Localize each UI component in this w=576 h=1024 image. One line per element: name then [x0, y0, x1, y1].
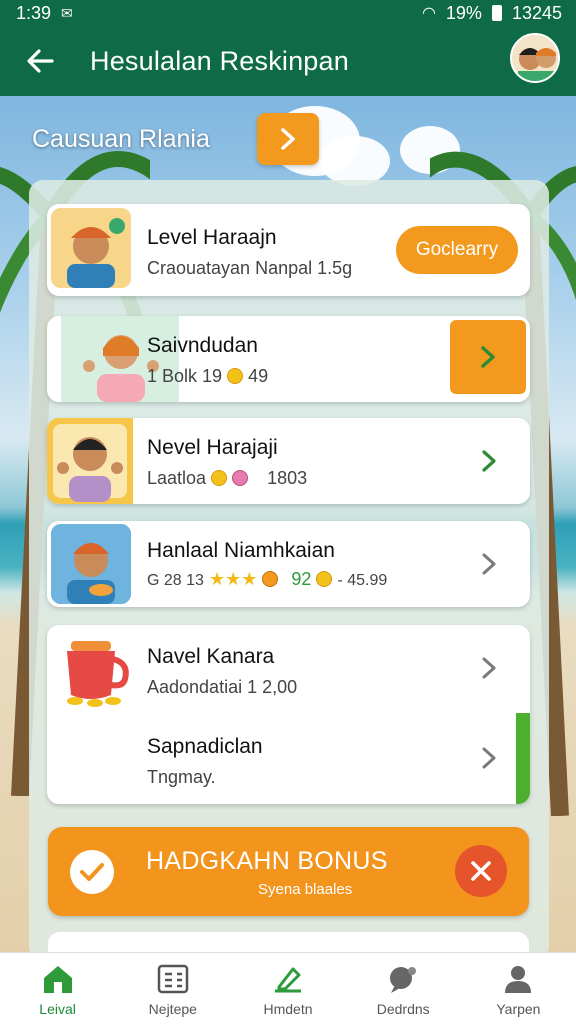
- status-time: 1:39: [16, 2, 52, 23]
- check-icon: [70, 850, 114, 894]
- coin-icon: [262, 571, 279, 587]
- teapot-icon: [67, 641, 129, 707]
- card-subtitle-suffix: 49: [248, 366, 269, 386]
- bonus-title: HADGKAHN BONUS: [146, 847, 388, 875]
- avatar[interactable]: [510, 33, 560, 83]
- level-card-group: Navel Kanara Aadondatiai 1 2,00 Sapnadic…: [47, 625, 530, 804]
- coin-icon: [227, 368, 244, 384]
- bonus-banner[interactable]: HADGKAHN BONUS Syena blaales: [48, 827, 529, 916]
- star-icon: ★: [225, 569, 242, 589]
- profile-icon: [505, 966, 532, 993]
- bottom-nav: Leival Nejtepe Hmdetn Dedrdns Yarpen: [0, 952, 576, 1024]
- character-thumbnail: [51, 524, 131, 604]
- star-icon: ★: [208, 569, 226, 589]
- nav-label: Leival: [39, 1001, 76, 1017]
- section-title: Causuan Rlania: [32, 125, 210, 153]
- open-level-button[interactable]: [476, 446, 502, 476]
- card-subtitle: Aadondatiai 1 2,00: [147, 677, 298, 697]
- home-icon: [43, 966, 72, 993]
- star-icon: ★: [241, 569, 258, 589]
- open-level-button[interactable]: [476, 549, 502, 579]
- nav-label: Yarpen: [496, 1001, 541, 1017]
- battery-icon: [491, 5, 502, 21]
- card-title: Nevel Harajaji: [147, 436, 278, 459]
- open-level-button[interactable]: [450, 320, 526, 394]
- next-card-peek: [48, 932, 529, 952]
- nav-label: Nejtepe: [148, 1001, 197, 1017]
- character-thumbnail: [61, 316, 179, 402]
- character-thumbnail: [51, 208, 131, 288]
- teapot-thumbnail: [53, 629, 133, 709]
- back-arrow-icon: [27, 49, 54, 73]
- level-card[interactable]: Saivndudan 1 Bolk 19 49: [47, 316, 530, 402]
- card-subtitle-prefix: G 28 13: [147, 572, 204, 589]
- card-subtitle: G 28 13 ★★★ 92 - 45.99: [147, 569, 387, 590]
- close-bonus-button[interactable]: [455, 845, 507, 897]
- page-title: Hesulalan Reskinpan: [90, 45, 349, 76]
- back-button[interactable]: [8, 29, 72, 93]
- card-subtitle: Tngmay.: [147, 767, 216, 787]
- boy-with-food-icon: [51, 524, 131, 604]
- card-title: Level Haraajn: [147, 226, 277, 249]
- chevron-right-icon: [482, 657, 496, 679]
- section-next-button[interactable]: [257, 113, 319, 165]
- level-card[interactable]: Level Haraajn Craouatayan Nanpal 1.5g Go…: [47, 204, 530, 296]
- card-title: Sapnadiclan: [147, 735, 263, 758]
- card-subtitle: Craouatayan Nanpal 1.5g: [147, 258, 353, 278]
- card-title: Hanlaal Niamhkaian: [147, 539, 335, 562]
- chevron-right-icon: [482, 553, 496, 575]
- card-subtitle-suffix: - 45.99: [337, 572, 388, 589]
- edit-icon: [275, 967, 301, 993]
- chevron-right-icon: [482, 450, 496, 472]
- bonus-subtitle: Syena blaales: [258, 881, 353, 898]
- notification-icon: ✉: [61, 4, 73, 21]
- wifi-icon: ◠: [421, 5, 436, 22]
- card-subtitle: Laatloa 1803: [147, 468, 307, 489]
- status-clock: 13245: [511, 2, 562, 23]
- level-card[interactable]: Nevel Harajaji Laatloa 1803: [47, 418, 530, 504]
- boy-waving-icon: [47, 418, 133, 504]
- boy-character-icon: [51, 208, 131, 288]
- card-subtitle-prefix: Laatloa: [147, 468, 207, 488]
- nav-item-edit[interactable]: Hmdetn: [230, 953, 345, 1024]
- list-card-icon: [157, 964, 189, 994]
- card-subtitle-prefix: 1 Bolk 19: [147, 366, 223, 386]
- chevron-right-icon: [481, 346, 495, 368]
- nav-item-list[interactable]: Nejtepe: [115, 953, 230, 1024]
- coin-icon: [316, 571, 333, 587]
- nav-item-chat[interactable]: Dedrdns: [346, 953, 461, 1024]
- level-card[interactable]: Hanlaal Niamhkaian G 28 13 ★★★ 92 - 45.9…: [47, 521, 530, 607]
- level-card[interactable]: Navel Kanara Aadondatiai 1 2,00: [47, 625, 530, 715]
- battery-level: 19%: [445, 2, 482, 23]
- chevron-right-icon: [482, 747, 496, 769]
- card-subtitle-suffix: 1803: [267, 468, 308, 488]
- nav-item-level[interactable]: Leival: [0, 953, 115, 1024]
- nav-label: Dedrdns: [376, 1001, 430, 1017]
- nav-label: Hmdetn: [263, 1001, 313, 1017]
- gem-icon: [232, 470, 249, 486]
- open-level-button[interactable]: [476, 653, 502, 683]
- chat-icon: [390, 967, 417, 993]
- chevron-right-icon: [281, 128, 295, 150]
- coin-icon: [211, 470, 228, 486]
- close-icon: [471, 861, 491, 881]
- girl-character-icon: [61, 316, 179, 402]
- card-title: Navel Kanara: [147, 645, 275, 668]
- user-avatar-icon: [518, 48, 558, 81]
- get-ready-button[interactable]: Goclearry: [396, 226, 518, 274]
- card-title: Saivndudan: [147, 334, 258, 357]
- cloud: [320, 136, 390, 186]
- character-thumbnail: [47, 418, 133, 504]
- card-subtitle: 1 Bolk 19 49: [147, 366, 268, 387]
- nav-item-profile[interactable]: Yarpen: [461, 953, 576, 1024]
- progress-indicator: [516, 713, 530, 804]
- card-subtitle-green: 92: [291, 569, 312, 589]
- open-level-button[interactable]: [476, 743, 502, 773]
- level-card[interactable]: Sapnadiclan Tngmay.: [47, 713, 530, 804]
- status-bar: 1:39 ✉ ◠ 19% 13245: [0, 0, 576, 26]
- app-bar: Hesulalan Reskinpan: [0, 26, 576, 96]
